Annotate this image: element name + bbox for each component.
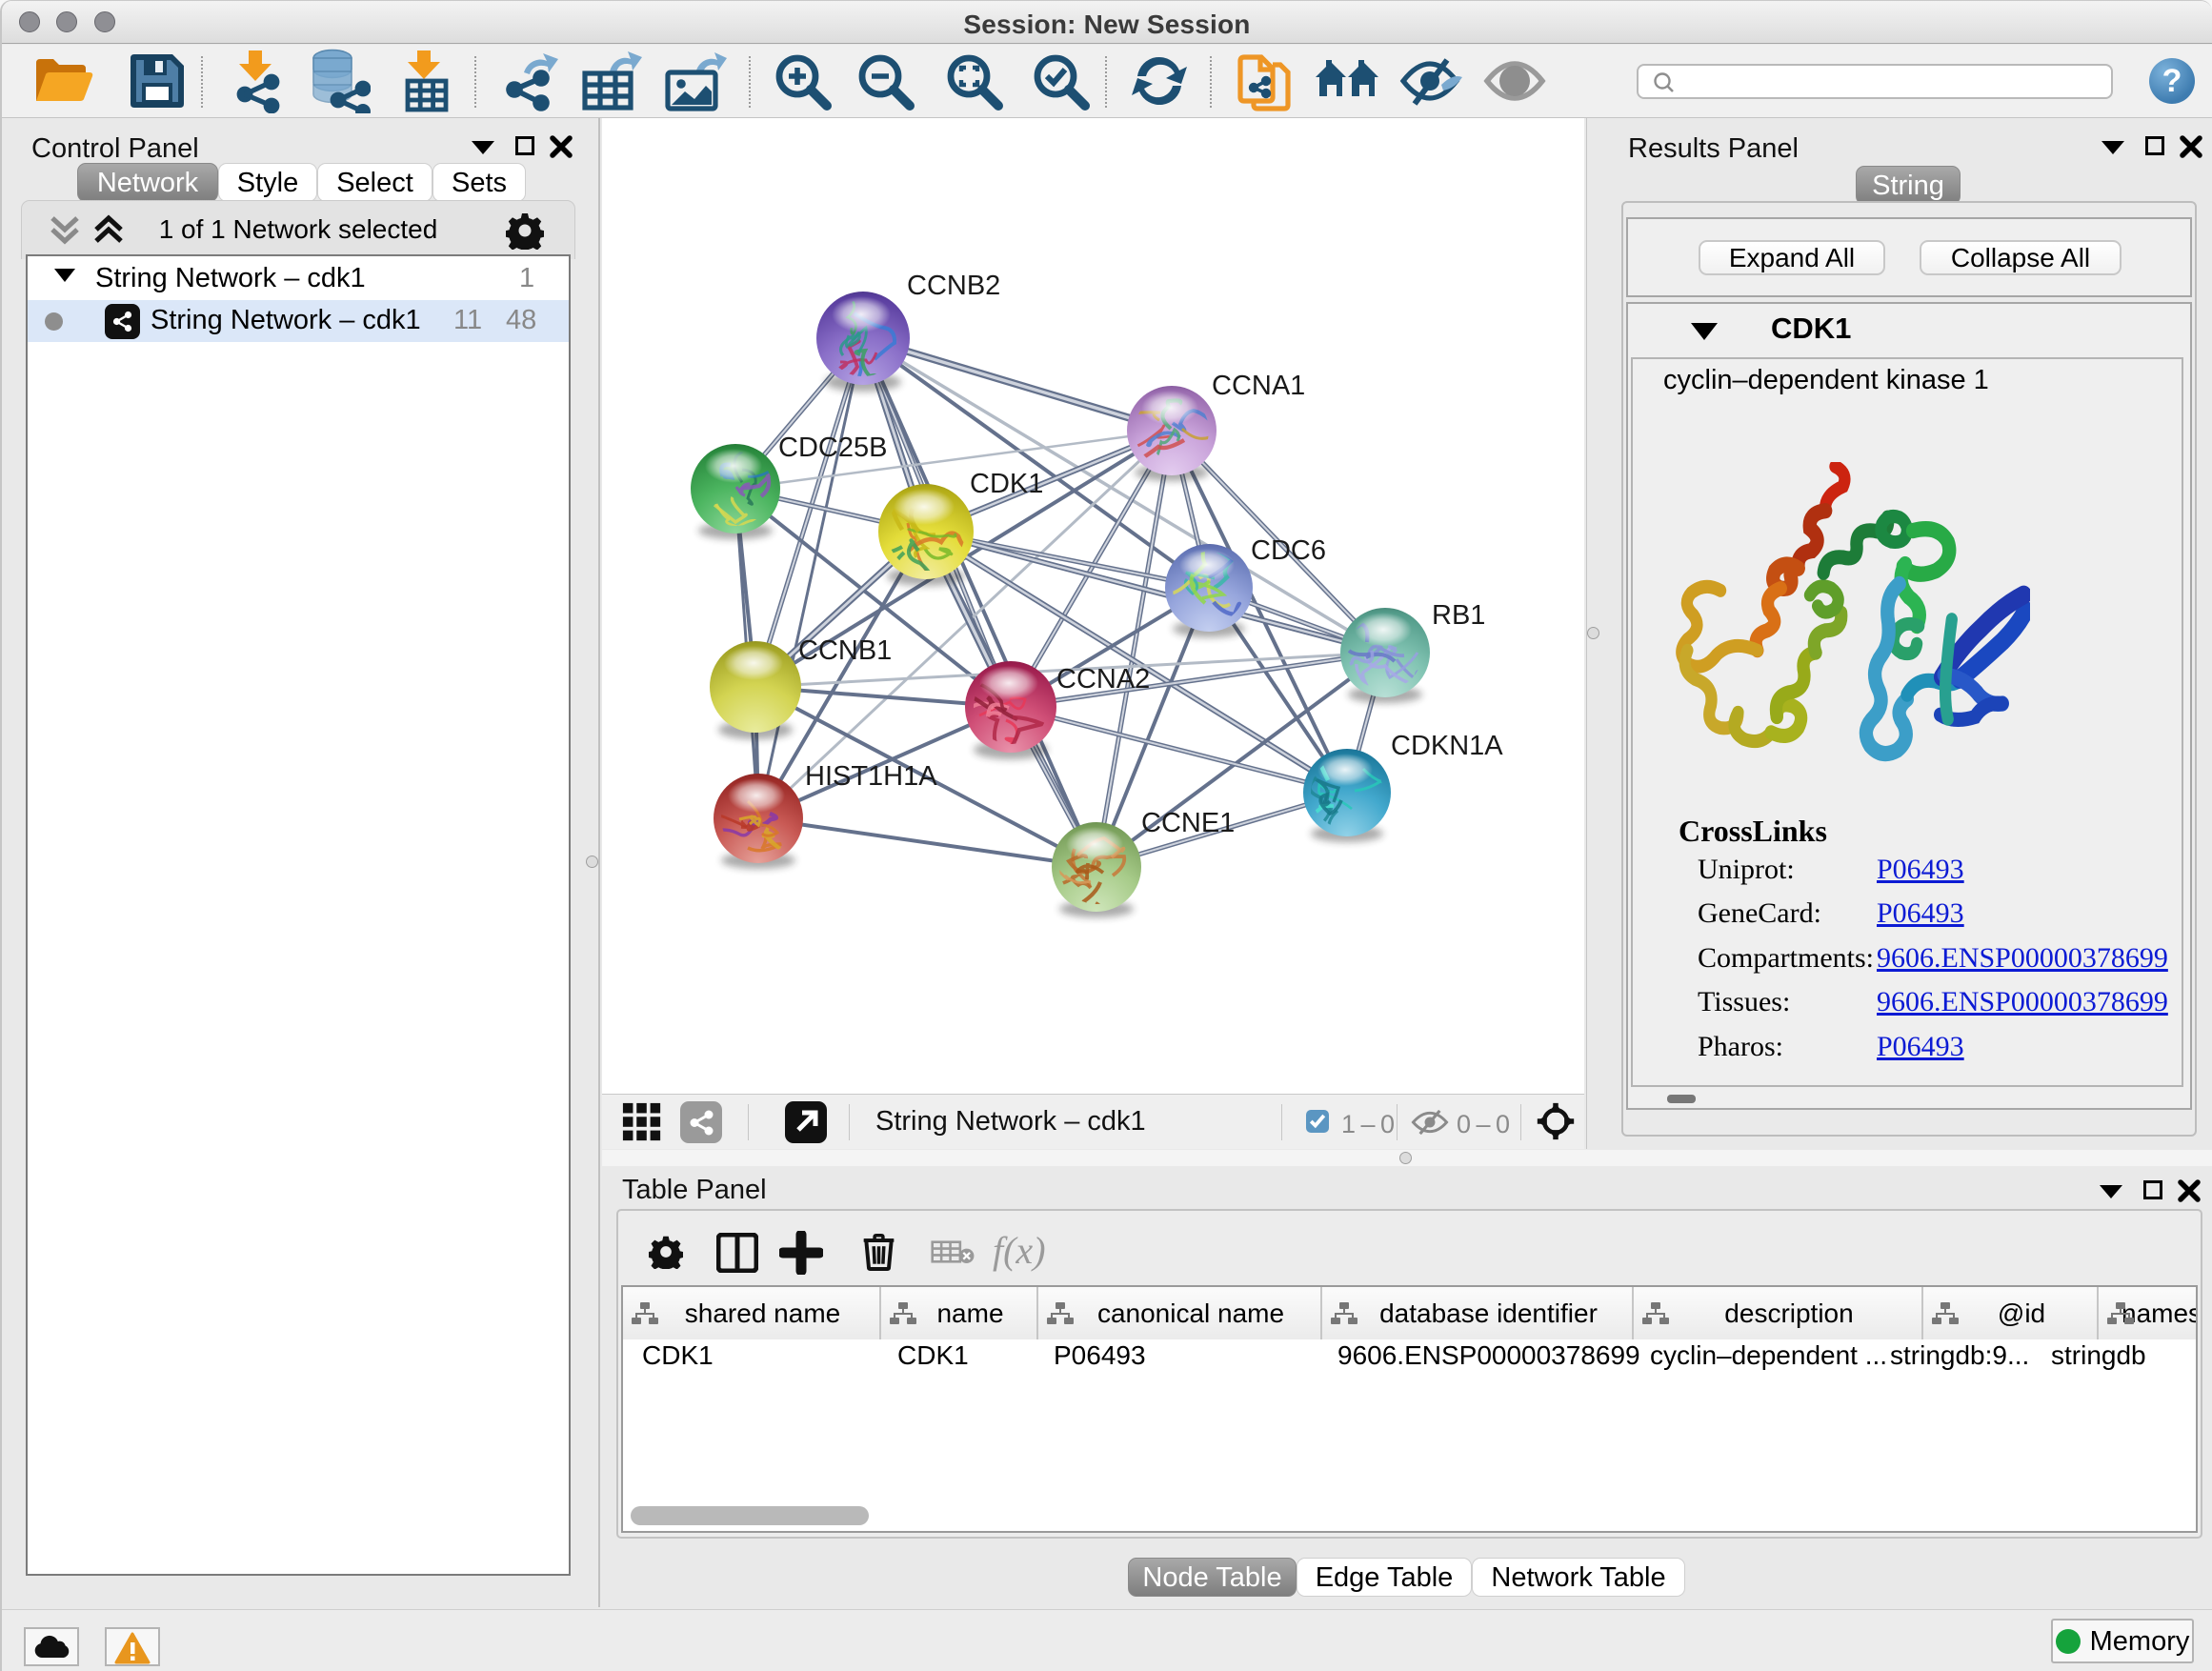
svg-text:CDC25B: CDC25B	[778, 433, 887, 463]
svg-text:CCNB2: CCNB2	[907, 271, 1000, 301]
svg-text:CDK1: CDK1	[970, 469, 1043, 499]
svg-text:CDKN1A: CDKN1A	[1391, 731, 1503, 761]
svg-text:CCNE1: CCNE1	[1141, 808, 1235, 838]
svg-text:CCNA1: CCNA1	[1212, 371, 1305, 401]
svg-text:CCNB1: CCNB1	[798, 635, 892, 666]
svg-text:HIST1H1A: HIST1H1A	[805, 761, 937, 792]
svg-text:CCNA2: CCNA2	[1056, 664, 1150, 695]
svg-text:CDC6: CDC6	[1251, 535, 1326, 566]
svg-text:RB1: RB1	[1432, 600, 1485, 631]
